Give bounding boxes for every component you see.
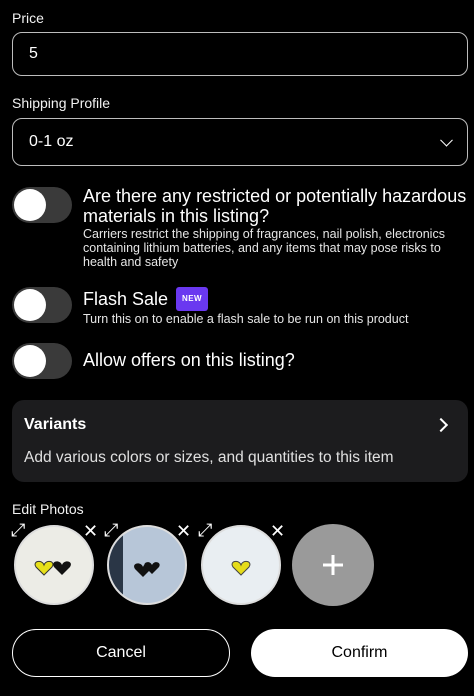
photo-thumbnail[interactable] bbox=[201, 525, 281, 605]
photo-thumbnail[interactable] bbox=[107, 525, 187, 605]
variants-card[interactable]: Variants Add various colors or sizes, an… bbox=[12, 400, 468, 482]
toggle-knob bbox=[14, 289, 46, 321]
restricted-materials-description: Carriers restrict the shipping of fragra… bbox=[83, 227, 445, 269]
add-photo-button[interactable] bbox=[292, 524, 374, 606]
expand-icon[interactable]: ⤢ bbox=[198, 521, 212, 539]
edit-photos-label: Edit Photos bbox=[12, 501, 84, 517]
close-icon[interactable]: ✕ bbox=[83, 522, 98, 540]
toggle-knob bbox=[14, 345, 46, 377]
chevron-down-icon bbox=[440, 133, 453, 147]
confirm-button[interactable]: Confirm bbox=[251, 629, 468, 677]
new-badge: NEW bbox=[176, 287, 208, 311]
allow-offers-toggle[interactable] bbox=[12, 343, 72, 379]
plus-icon bbox=[323, 555, 343, 575]
price-input[interactable]: 5 bbox=[12, 32, 468, 76]
shipping-profile-label: Shipping Profile bbox=[12, 95, 111, 111]
flash-sale-description: Turn this on to enable a flash sale to b… bbox=[83, 312, 409, 326]
shipping-profile-value: 0-1 oz bbox=[29, 133, 74, 150]
cancel-button[interactable]: Cancel bbox=[12, 629, 230, 677]
confirm-label: Confirm bbox=[331, 644, 388, 661]
photo-thumbnail[interactable] bbox=[14, 525, 94, 605]
flash-sale-title: Flash Sale bbox=[83, 289, 169, 309]
restricted-materials-toggle[interactable] bbox=[12, 187, 72, 223]
close-icon[interactable]: ✕ bbox=[270, 522, 285, 540]
variants-title: Variants bbox=[24, 416, 87, 433]
close-icon[interactable]: ✕ bbox=[176, 522, 191, 540]
cancel-label: Cancel bbox=[96, 644, 146, 661]
restricted-materials-title: Are there any restricted or potentially … bbox=[83, 186, 467, 226]
price-value: 5 bbox=[29, 45, 38, 62]
expand-icon[interactable]: ⤢ bbox=[11, 521, 25, 539]
flash-sale-toggle[interactable] bbox=[12, 287, 72, 323]
toggle-knob bbox=[14, 189, 46, 221]
shipping-profile-select[interactable]: 0-1 oz bbox=[12, 118, 468, 166]
price-label: Price bbox=[12, 10, 44, 26]
variants-description: Add various colors or sizes, and quantit… bbox=[24, 449, 394, 466]
expand-icon[interactable]: ⤢ bbox=[104, 521, 118, 539]
allow-offers-title: Allow offers on this listing? bbox=[83, 350, 295, 370]
chevron-right-icon bbox=[433, 417, 449, 433]
